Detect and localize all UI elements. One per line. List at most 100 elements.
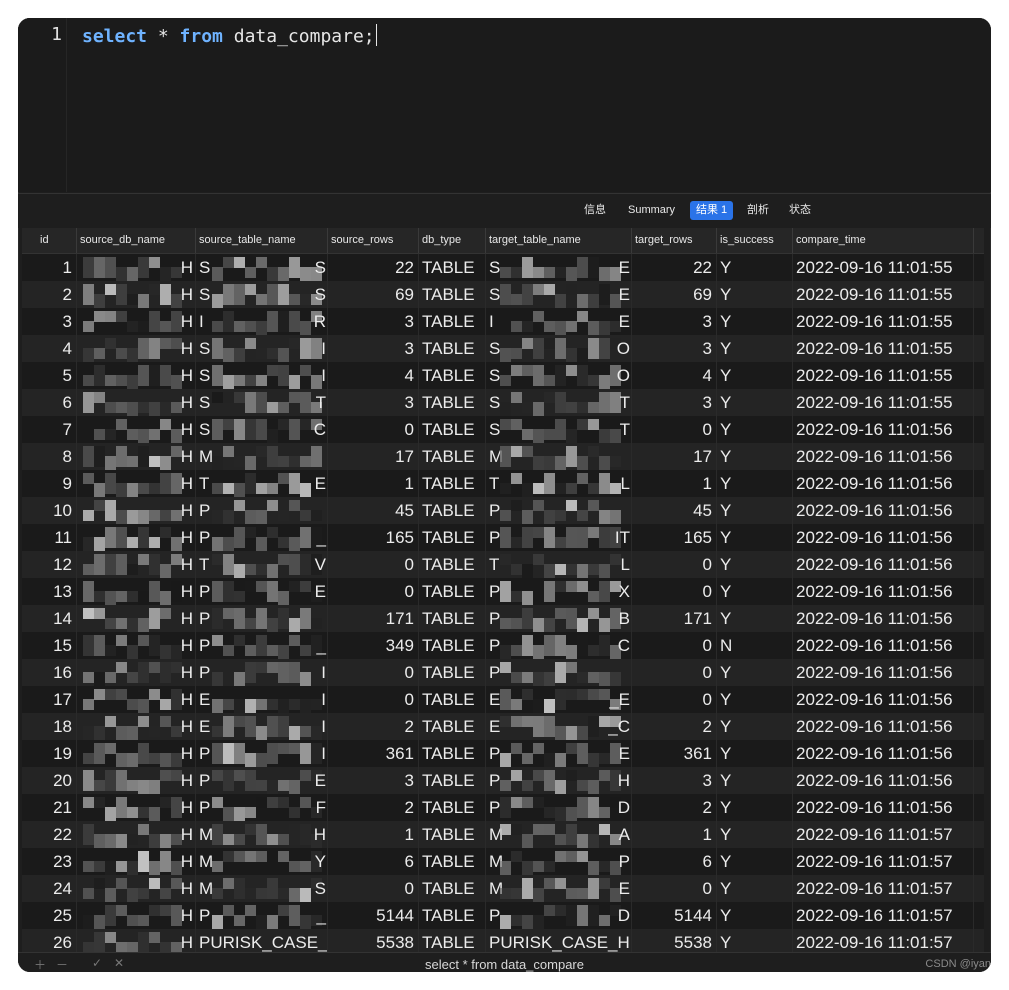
cell-target-table[interactable]: PURISK_CASE_H [486, 929, 632, 952]
cell-id[interactable]: 4 [22, 335, 77, 362]
cell-source-rows[interactable]: 17 [328, 443, 419, 470]
result-grid[interactable]: id source_db_name source_table_name source_… [22, 228, 984, 952]
cell-target-rows[interactable]: 0 [632, 416, 717, 443]
cell-source-table[interactable]: M [196, 443, 328, 470]
cell-source-rows[interactable]: 5538 [328, 929, 419, 952]
cell-id[interactable]: 26 [22, 929, 77, 952]
table-row[interactable]: 15 H P _ 349 TABLE P C 0 N 2022-09-16 11:01:56 [22, 632, 984, 659]
cell-source-table[interactable]: EI [196, 686, 328, 713]
cell-id[interactable]: 16 [22, 659, 77, 686]
cell-target-rows[interactable]: 361 [632, 740, 717, 767]
cell-source-rows[interactable]: 2 [328, 794, 419, 821]
cell-compare-time[interactable]: 2022-09-16 11:01:55 [793, 308, 974, 335]
cell-db-type[interactable]: TABLE [419, 848, 486, 875]
cell-is-success[interactable]: Y [717, 848, 793, 875]
cell-source-db[interactable]: H [77, 524, 196, 551]
table-row[interactable]: 6 H S T 3 TABLE S T 3 Y 2022-09-16 11:01:55 [22, 389, 984, 416]
column-header[interactable]: compare_time [793, 228, 974, 253]
cell-source-table[interactable]: P [196, 605, 328, 632]
cell-source-rows[interactable]: 3 [328, 335, 419, 362]
column-header[interactable]: target_rows [632, 228, 717, 253]
cell-compare-time[interactable]: 2022-09-16 11:01:56 [793, 686, 974, 713]
cell-target-rows[interactable]: 6 [632, 848, 717, 875]
cell-is-success[interactable]: Y [717, 794, 793, 821]
cell-target-table[interactable]: ST [486, 416, 632, 443]
cell-compare-time[interactable]: 2022-09-16 11:01:56 [793, 551, 974, 578]
table-row[interactable]: 11 H P _ 165 TABLE P IT 165 Y 2022-09-16 11:01:56 [22, 524, 984, 551]
column-header[interactable]: id [22, 228, 77, 253]
cell-id[interactable]: 15 [22, 632, 77, 659]
cell-is-success[interactable]: Y [717, 605, 793, 632]
cell-id[interactable]: 11 [22, 524, 77, 551]
cell-compare-time[interactable]: 2022-09-16 11:01:56 [793, 443, 974, 470]
cell-source-rows[interactable]: 3 [328, 389, 419, 416]
cell-source-db[interactable]: H [77, 713, 196, 740]
cell-source-db[interactable]: H [77, 443, 196, 470]
table-row[interactable]: 25 H P _ 5144 TABLE P D 5144 Y 2022-09-16 11:01:57 [22, 902, 984, 929]
table-row[interactable]: 21 H P F 2 TABLE P D 2 Y 2022-09-16 11:01:56 [22, 794, 984, 821]
cell-target-table[interactable]: MP [486, 848, 632, 875]
cell-compare-time[interactable]: 2022-09-16 11:01:55 [793, 362, 974, 389]
cell-target-rows[interactable]: 5538 [632, 929, 717, 952]
table-row[interactable]: 12 H T V 0 TABLE T L 0 Y 2022-09-16 11:01:56 [22, 551, 984, 578]
table-row[interactable]: 24 H M S 0 TABLE M E 0 Y 2022-09-16 11:01:57 [22, 875, 984, 902]
table-row[interactable]: 18 H E I 2 TABLE E _C 2 Y 2022-09-16 11:01:56 [22, 713, 984, 740]
cell-source-rows[interactable]: 0 [328, 659, 419, 686]
cell-compare-time[interactable]: 2022-09-16 11:01:56 [793, 740, 974, 767]
table-row[interactable]: 2 H S S 69 TABLE S E 69 Y 2022-09-16 11:01:55 [22, 281, 984, 308]
cell-db-type[interactable]: TABLE [419, 335, 486, 362]
cell-source-rows[interactable]: 1 [328, 821, 419, 848]
cell-source-rows[interactable]: 361 [328, 740, 419, 767]
cell-source-db[interactable]: H [77, 281, 196, 308]
cell-db-type[interactable]: TABLE [419, 902, 486, 929]
cell-source-db[interactable]: H [77, 929, 196, 952]
cell-id[interactable]: 10 [22, 497, 77, 524]
cell-id[interactable]: 5 [22, 362, 77, 389]
cell-is-success[interactable]: Y [717, 470, 793, 497]
cell-db-type[interactable]: TABLE [419, 497, 486, 524]
cell-target-rows[interactable]: 171 [632, 605, 717, 632]
cell-target-table[interactable]: PC [486, 632, 632, 659]
cell-source-db[interactable]: H [77, 875, 196, 902]
cell-source-db[interactable]: H [77, 416, 196, 443]
cell-db-type[interactable]: TABLE [419, 767, 486, 794]
cell-db-type[interactable]: TABLE [419, 524, 486, 551]
table-row[interactable]: 19 H P I 361 TABLE P E 361 Y 2022-09-16 11:01:56 [22, 740, 984, 767]
cell-target-table[interactable]: SO [486, 362, 632, 389]
cell-id[interactable]: 6 [22, 389, 77, 416]
cell-is-success[interactable]: Y [717, 281, 793, 308]
cell-compare-time[interactable]: 2022-09-16 11:01:56 [793, 578, 974, 605]
cell-source-rows[interactable]: 4 [328, 362, 419, 389]
table-row[interactable]: 20 H P E 3 TABLE P H 3 Y 2022-09-16 11:01:56 [22, 767, 984, 794]
tab-info[interactable]: 信息 [578, 201, 612, 220]
table-row[interactable]: 9 H T E 1 TABLE T L 1 Y 2022-09-16 11:01:56 [22, 470, 984, 497]
cell-target-rows[interactable]: 22 [632, 254, 717, 281]
cell-is-success[interactable]: Y [717, 821, 793, 848]
cell-compare-time[interactable]: 2022-09-16 11:01:55 [793, 389, 974, 416]
column-header[interactable]: source_table_name [196, 228, 328, 253]
tab-result-1[interactable]: 结果 1 [690, 201, 734, 220]
cell-db-type[interactable]: TABLE [419, 794, 486, 821]
tab-summary[interactable]: Summary [622, 201, 681, 220]
cell-is-success[interactable]: N [717, 632, 793, 659]
cell-compare-time[interactable]: 2022-09-16 11:01:56 [793, 416, 974, 443]
cell-is-success[interactable]: Y [717, 524, 793, 551]
cell-is-success[interactable]: Y [717, 308, 793, 335]
cell-source-table[interactable]: PE [196, 767, 328, 794]
cell-source-db[interactable]: H [77, 578, 196, 605]
cell-source-table[interactable]: TE [196, 470, 328, 497]
cell-source-rows[interactable]: 6 [328, 848, 419, 875]
cell-target-table[interactable]: TL [486, 470, 632, 497]
cell-source-db[interactable]: H [77, 821, 196, 848]
cell-target-rows[interactable]: 0 [632, 632, 717, 659]
cell-id[interactable]: 17 [22, 686, 77, 713]
cell-compare-time[interactable]: 2022-09-16 11:01:56 [793, 497, 974, 524]
cell-target-rows[interactable]: 69 [632, 281, 717, 308]
table-row[interactable]: 17 H E I 0 TABLE E _E 0 Y 2022-09-16 11:01:56 [22, 686, 984, 713]
table-row[interactable]: 16 H P I 0 TABLE P 0 Y 2022-09-16 11:01:56 [22, 659, 984, 686]
cell-source-db[interactable]: H [77, 389, 196, 416]
cell-target-table[interactable]: SE [486, 281, 632, 308]
cell-target-table[interactable]: SO [486, 335, 632, 362]
column-header[interactable]: target_table_name [486, 228, 632, 253]
cell-id[interactable]: 20 [22, 767, 77, 794]
